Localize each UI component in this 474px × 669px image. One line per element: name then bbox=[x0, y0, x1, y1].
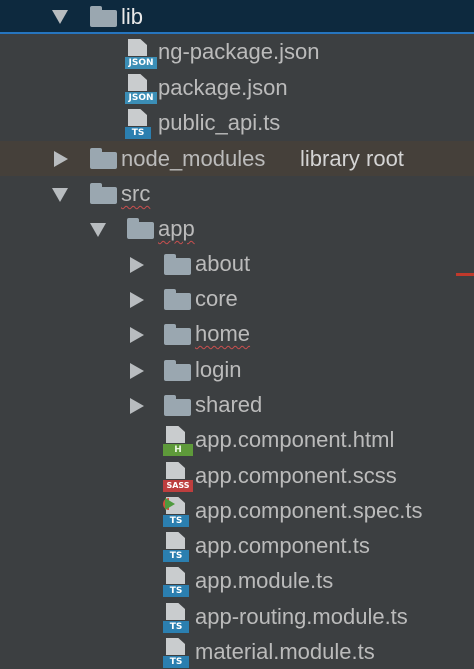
tree-node-label: public_api.ts bbox=[158, 110, 281, 135]
tree-node-label: about bbox=[195, 251, 251, 276]
tree-file-app-component-spec-ts[interactable]: TS app.component.spec.ts bbox=[0, 494, 474, 529]
tree-node-login[interactable]: login bbox=[0, 353, 474, 388]
sass-file-icon: SASS bbox=[163, 462, 195, 492]
tree-node-app[interactable]: app bbox=[0, 212, 474, 247]
json-file-icon: JSON bbox=[125, 39, 157, 69]
folder-icon bbox=[127, 218, 154, 239]
tree-node-label: home bbox=[195, 321, 251, 346]
tree-node-label: app.component.spec.ts bbox=[195, 498, 423, 523]
folder-icon bbox=[164, 254, 191, 275]
tree-node-label: lib bbox=[121, 4, 144, 29]
chevron-right-icon[interactable] bbox=[54, 151, 68, 167]
chevron-right-icon[interactable] bbox=[130, 257, 144, 273]
tree-file-package-json[interactable]: JSON package.json bbox=[0, 71, 474, 106]
tree-node-about[interactable]: about bbox=[0, 247, 474, 282]
tree-node-label: app.module.ts bbox=[195, 568, 334, 593]
typescript-file-icon: TS bbox=[163, 603, 195, 633]
tree-node-label: app bbox=[158, 216, 195, 241]
tree-file-app-module-ts[interactable]: TS app.module.ts bbox=[0, 564, 474, 599]
folder-icon bbox=[164, 289, 191, 310]
project-tree: lib JSON ng-package.json JSON package.js… bbox=[0, 0, 474, 669]
tree-file-public-api-ts[interactable]: TS public_api.ts bbox=[0, 106, 474, 141]
typescript-file-icon: TS bbox=[125, 109, 157, 139]
library-root-hint: library root bbox=[300, 146, 404, 171]
tree-node-label: app-routing.module.ts bbox=[195, 604, 408, 629]
chevron-right-icon[interactable] bbox=[130, 398, 144, 414]
tree-node-label: app.component.html bbox=[195, 427, 395, 452]
tree-node-label: material.module.ts bbox=[195, 639, 375, 664]
test-file-icon: TS bbox=[163, 497, 195, 527]
chevron-right-icon[interactable] bbox=[130, 327, 144, 343]
tree-node-label: shared bbox=[195, 392, 263, 417]
tree-file-app-component-scss[interactable]: SASS app.component.scss bbox=[0, 459, 474, 494]
typescript-file-icon: TS bbox=[163, 567, 195, 597]
error-stripe-marker[interactable] bbox=[456, 273, 474, 276]
chevron-right-icon[interactable] bbox=[130, 363, 144, 379]
chevron-down-icon[interactable] bbox=[52, 10, 68, 24]
tree-node-label: core bbox=[195, 286, 238, 311]
tree-node-shared[interactable]: shared bbox=[0, 388, 474, 423]
tree-file-app-component-ts[interactable]: TS app.component.ts bbox=[0, 529, 474, 564]
tree-node-home[interactable]: home bbox=[0, 317, 474, 352]
tree-node-label: ng-package.json bbox=[158, 39, 320, 64]
typescript-file-icon: TS bbox=[163, 638, 195, 668]
tree-file-material-module-ts[interactable]: TS material.module.ts bbox=[0, 635, 474, 669]
tree-file-app-routing-module-ts[interactable]: TS app-routing.module.ts bbox=[0, 600, 474, 635]
chevron-right-icon[interactable] bbox=[130, 292, 144, 308]
folder-icon bbox=[164, 360, 191, 381]
folder-icon bbox=[164, 324, 191, 345]
tree-node-lib[interactable]: lib bbox=[0, 0, 474, 34]
tree-node-label: app.component.scss bbox=[195, 463, 397, 488]
tree-file-app-component-html[interactable]: H app.component.html bbox=[0, 423, 474, 458]
tree-node-label: login bbox=[195, 357, 242, 382]
tree-node-src[interactable]: src bbox=[0, 177, 474, 212]
chevron-down-icon[interactable] bbox=[52, 188, 68, 202]
tree-node-node-modules[interactable]: node_modules library root bbox=[0, 141, 474, 176]
chevron-down-icon[interactable] bbox=[90, 223, 106, 237]
tree-node-label: node_modules bbox=[121, 146, 266, 171]
json-file-icon: JSON bbox=[125, 74, 157, 104]
tree-file-ng-package-json[interactable]: JSON ng-package.json bbox=[0, 36, 474, 71]
folder-icon bbox=[164, 395, 191, 416]
folder-icon bbox=[90, 6, 117, 27]
folder-icon bbox=[90, 148, 117, 169]
html-file-icon: H bbox=[163, 426, 195, 456]
typescript-file-icon: TS bbox=[163, 532, 195, 562]
folder-icon bbox=[90, 183, 117, 204]
tree-node-label: package.json bbox=[158, 75, 288, 100]
tree-node-label: src bbox=[121, 181, 151, 206]
tree-node-core[interactable]: core bbox=[0, 282, 474, 317]
tree-node-label: app.component.ts bbox=[195, 533, 370, 558]
